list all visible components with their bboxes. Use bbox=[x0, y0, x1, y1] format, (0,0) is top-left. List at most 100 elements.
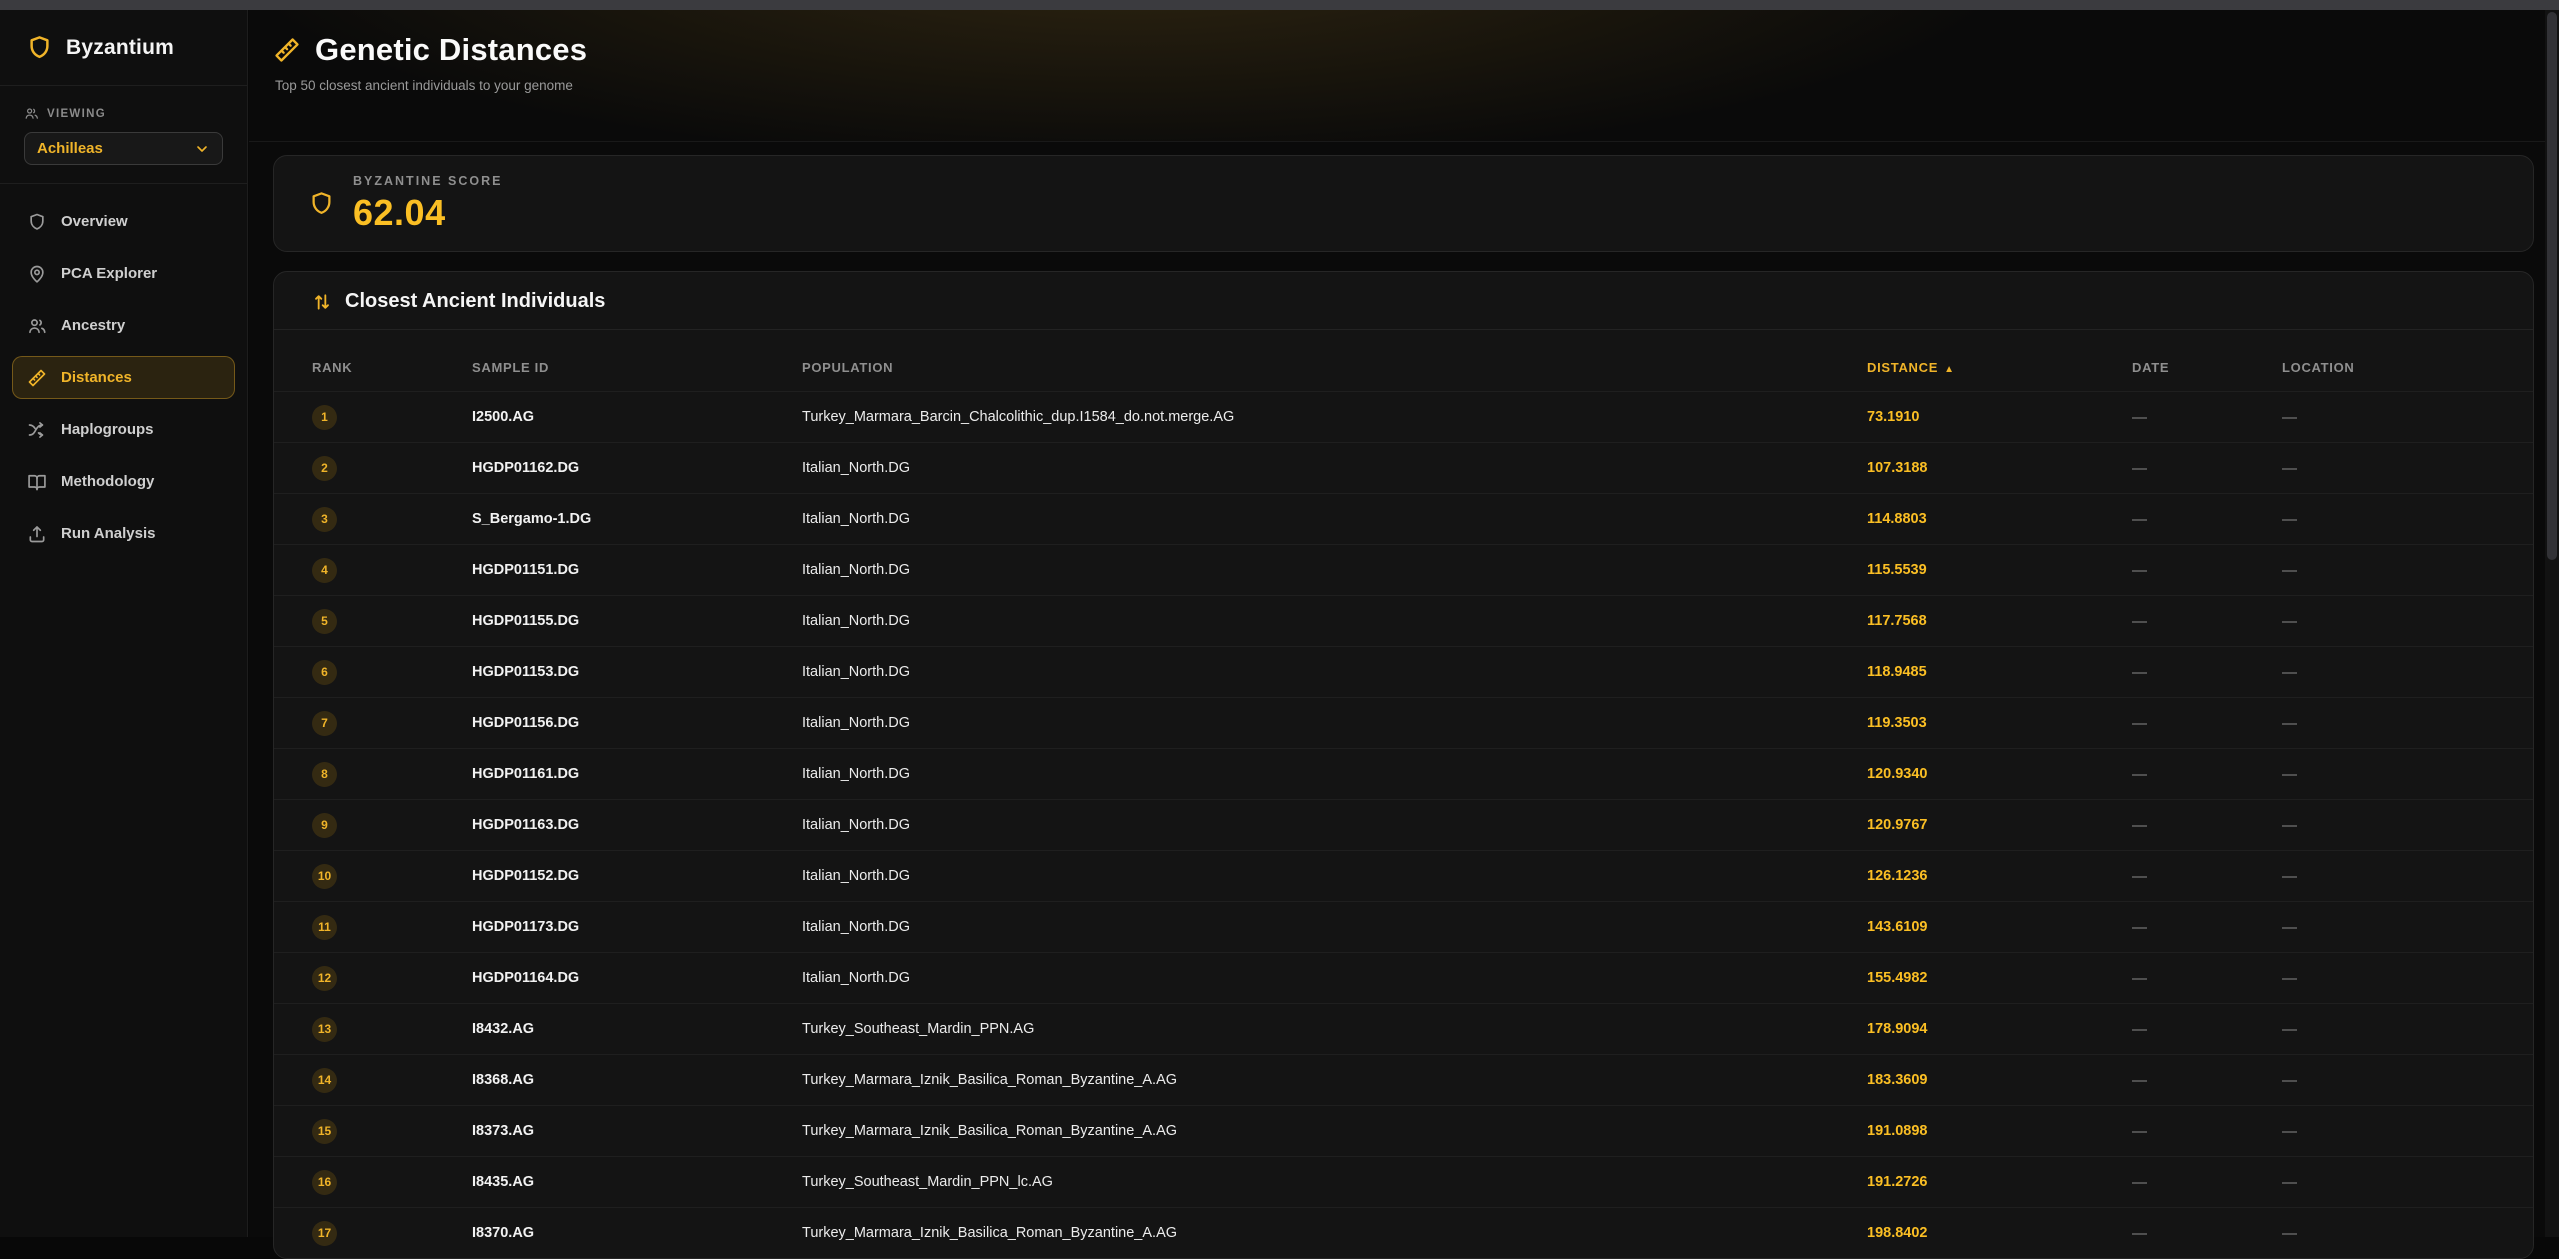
shield-icon bbox=[308, 190, 335, 217]
cell-sample-id: S_Bergamo-1.DG bbox=[472, 511, 802, 527]
page-subtitle: Top 50 closest ancient individuals to yo… bbox=[275, 78, 2535, 93]
rank-cell: 4 bbox=[312, 558, 472, 583]
cell-location: — bbox=[2282, 919, 2533, 936]
cell-population: Italian_North.DG bbox=[802, 766, 1867, 782]
table-row[interactable]: 14I8368.AGTurkey_Marmara_Iznik_Basilica_… bbox=[274, 1054, 2533, 1105]
sidebar-item-methodology[interactable]: Methodology bbox=[12, 460, 235, 503]
cell-distance: 143.6109 bbox=[1867, 919, 2132, 935]
rank-cell: 8 bbox=[312, 762, 472, 787]
table-row[interactable]: 12HGDP01164.DGItalian_North.DG155.4982—— bbox=[274, 952, 2533, 1003]
cell-date: — bbox=[2132, 664, 2282, 681]
sidebar-item-ancestry[interactable]: Ancestry bbox=[12, 304, 235, 347]
cell-sample-id: I2500.AG bbox=[472, 409, 802, 425]
table-row[interactable]: 15I8373.AGTurkey_Marmara_Iznik_Basilica_… bbox=[274, 1105, 2533, 1156]
score-value: 62.04 bbox=[353, 192, 502, 234]
column-header-sample-id[interactable]: SAMPLE ID bbox=[472, 360, 802, 375]
cell-sample-id: I8373.AG bbox=[472, 1123, 802, 1139]
table-row[interactable]: 5HGDP01155.DGItalian_North.DG117.7568—— bbox=[274, 595, 2533, 646]
cell-distance: 119.3503 bbox=[1867, 715, 2132, 731]
column-header-location[interactable]: LOCATION bbox=[2282, 360, 2533, 375]
rank-cell: 13 bbox=[312, 1017, 472, 1042]
cell-distance: 191.0898 bbox=[1867, 1123, 2132, 1139]
scrollbar-thumb[interactable] bbox=[2547, 12, 2557, 560]
cell-location: — bbox=[2282, 868, 2533, 885]
table-row[interactable]: 3S_Bergamo-1.DGItalian_North.DG114.8803—… bbox=[274, 493, 2533, 544]
rank-badge: 17 bbox=[312, 1221, 337, 1246]
column-header-date[interactable]: DATE bbox=[2132, 360, 2282, 375]
cell-location: — bbox=[2282, 766, 2533, 783]
sidebar-item-overview[interactable]: Overview bbox=[12, 200, 235, 243]
rank-badge: 5 bbox=[312, 609, 337, 634]
cell-date: — bbox=[2132, 1072, 2282, 1089]
cell-distance: 120.9767 bbox=[1867, 817, 2132, 833]
sidebar-item-run-analysis[interactable]: Run Analysis bbox=[12, 512, 235, 555]
cell-sample-id: I8368.AG bbox=[472, 1072, 802, 1088]
cell-date: — bbox=[2132, 613, 2282, 630]
table-row[interactable]: 17I8370.AGTurkey_Marmara_Iznik_Basilica_… bbox=[274, 1207, 2533, 1258]
sidebar-item-haplogroups[interactable]: Haplogroups bbox=[12, 408, 235, 451]
cell-date: — bbox=[2132, 562, 2282, 579]
cell-date: — bbox=[2132, 409, 2282, 426]
cell-location: — bbox=[2282, 1123, 2533, 1140]
sort-ascending-icon: ▲ bbox=[1944, 364, 1955, 375]
rank-cell: 12 bbox=[312, 966, 472, 991]
score-label: BYZANTINE SCORE bbox=[353, 174, 502, 188]
rank-cell: 7 bbox=[312, 711, 472, 736]
column-header-distance[interactable]: DISTANCE▲ bbox=[1867, 360, 2132, 375]
rank-badge: 16 bbox=[312, 1170, 337, 1195]
table-row[interactable]: 10HGDP01152.DGItalian_North.DG126.1236—— bbox=[274, 850, 2533, 901]
sidebar-item-label: Methodology bbox=[61, 473, 154, 490]
column-header-rank[interactable]: RANK bbox=[312, 360, 472, 375]
table-row[interactable]: 6HGDP01153.DGItalian_North.DG118.9485—— bbox=[274, 646, 2533, 697]
column-header-population[interactable]: POPULATION bbox=[802, 360, 1867, 375]
ruler-icon bbox=[273, 36, 301, 64]
table-row[interactable]: 16I8435.AGTurkey_Southeast_Mardin_PPN_lc… bbox=[274, 1156, 2533, 1207]
cell-population: Italian_North.DG bbox=[802, 715, 1867, 731]
profile-selector[interactable]: Achilleas bbox=[24, 132, 223, 165]
sort-arrows-icon bbox=[312, 292, 332, 312]
table-row[interactable]: 11HGDP01173.DGItalian_North.DG143.6109—— bbox=[274, 901, 2533, 952]
table-row[interactable]: 1I2500.AGTurkey_Marmara_Barcin_Chalcolit… bbox=[274, 391, 2533, 442]
cell-date: — bbox=[2132, 1174, 2282, 1191]
table-row[interactable]: 9HGDP01163.DGItalian_North.DG120.9767—— bbox=[274, 799, 2533, 850]
table-row[interactable]: 4HGDP01151.DGItalian_North.DG115.5539—— bbox=[274, 544, 2533, 595]
rank-badge: 11 bbox=[312, 915, 337, 940]
cell-population: Italian_North.DG bbox=[802, 919, 1867, 935]
rank-badge: 10 bbox=[312, 864, 337, 889]
cell-distance: 155.4982 bbox=[1867, 970, 2132, 986]
table-row[interactable]: 2HGDP01162.DGItalian_North.DG107.3188—— bbox=[274, 442, 2533, 493]
cell-location: — bbox=[2282, 460, 2533, 477]
cell-distance: 126.1236 bbox=[1867, 868, 2132, 884]
cell-date: — bbox=[2132, 766, 2282, 783]
cell-date: — bbox=[2132, 970, 2282, 987]
table-body: 1I2500.AGTurkey_Marmara_Barcin_Chalcolit… bbox=[274, 391, 2533, 1258]
sidebar: Byzantium VIEWING Achilleas Overview PCA … bbox=[0, 10, 248, 1237]
page-title: Genetic Distances bbox=[315, 32, 587, 68]
chevron-down-icon bbox=[194, 141, 210, 157]
rank-cell: 9 bbox=[312, 813, 472, 838]
cell-location: — bbox=[2282, 1174, 2533, 1191]
sidebar-item-pca-explorer[interactable]: PCA Explorer bbox=[12, 252, 235, 295]
vertical-scrollbar[interactable] bbox=[2545, 10, 2559, 1237]
cell-distance: 120.9340 bbox=[1867, 766, 2132, 782]
cell-location: — bbox=[2282, 1225, 2533, 1242]
cell-population: Italian_North.DG bbox=[802, 817, 1867, 833]
app-title: Byzantium bbox=[66, 36, 174, 60]
viewing-label: VIEWING bbox=[24, 106, 223, 121]
cell-distance: 117.7568 bbox=[1867, 613, 2132, 629]
table-row[interactable]: 8HGDP01161.DGItalian_North.DG120.9340—— bbox=[274, 748, 2533, 799]
table-row[interactable]: 7HGDP01156.DGItalian_North.DG119.3503—— bbox=[274, 697, 2533, 748]
table-row[interactable]: 13I8432.AGTurkey_Southeast_Mardin_PPN.AG… bbox=[274, 1003, 2533, 1054]
rank-badge: 15 bbox=[312, 1119, 337, 1144]
profile-name: Achilleas bbox=[37, 140, 103, 157]
rank-cell: 10 bbox=[312, 864, 472, 889]
rank-badge: 3 bbox=[312, 507, 337, 532]
cell-date: — bbox=[2132, 868, 2282, 885]
cell-sample-id: HGDP01161.DG bbox=[472, 766, 802, 782]
cell-location: — bbox=[2282, 817, 2533, 834]
cell-location: — bbox=[2282, 970, 2533, 987]
users-icon bbox=[27, 316, 47, 336]
cell-date: — bbox=[2132, 1225, 2282, 1242]
sidebar-item-distances[interactable]: Distances bbox=[12, 356, 235, 399]
ruler-icon bbox=[27, 368, 47, 388]
